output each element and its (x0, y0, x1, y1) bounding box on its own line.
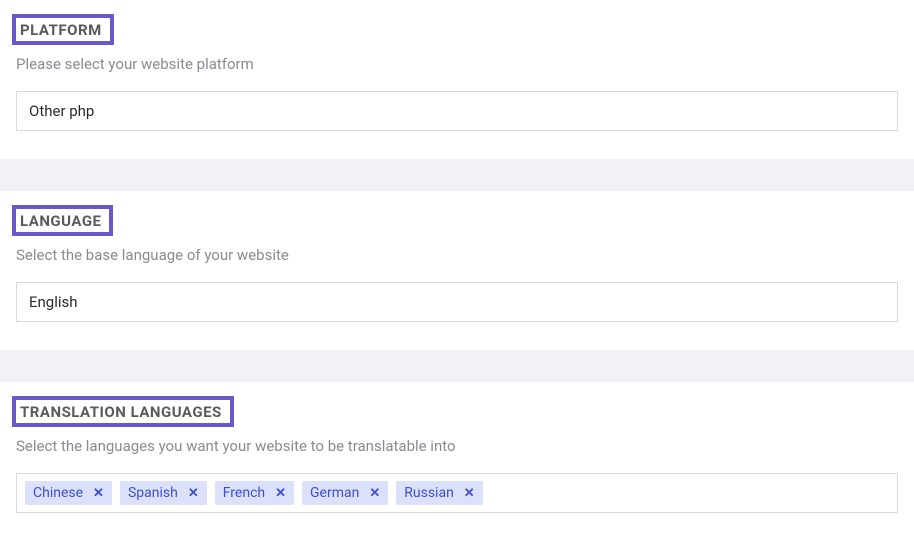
platform-select-value: Other php (29, 102, 94, 120)
platform-title: PLATFORM (20, 21, 102, 39)
language-subtitle: Select the base language of your website (16, 246, 898, 264)
language-tag-label: Spanish (128, 485, 178, 501)
divider (0, 350, 914, 382)
language-tag-label: Russian (404, 485, 454, 501)
translations-title: TRANSLATION LANGUAGES (20, 403, 222, 421)
divider (0, 159, 914, 191)
close-icon[interactable]: ✕ (369, 486, 380, 501)
close-icon[interactable]: ✕ (188, 486, 199, 501)
language-tag: French ✕ (215, 481, 294, 505)
language-tag: Spanish ✕ (120, 481, 207, 505)
platform-title-box: PLATFORM (12, 14, 114, 45)
language-tag: German ✕ (302, 481, 388, 505)
close-icon[interactable]: ✕ (275, 486, 286, 501)
language-select[interactable]: English (16, 282, 898, 322)
language-section: LANGUAGE Select the base language of you… (0, 191, 914, 350)
close-icon[interactable]: ✕ (464, 486, 475, 501)
language-tag: Chinese ✕ (25, 481, 112, 505)
platform-subtitle: Please select your website platform (16, 55, 898, 73)
platform-select[interactable]: Other php (16, 91, 898, 131)
language-select-value: English (29, 293, 78, 311)
language-title-box: LANGUAGE (12, 205, 113, 236)
translations-subtitle: Select the languages you want your websi… (16, 437, 898, 455)
translations-section: TRANSLATION LANGUAGES Select the languag… (0, 382, 914, 541)
platform-section: PLATFORM Please select your website plat… (0, 0, 914, 159)
language-tag-label: Chinese (33, 485, 83, 501)
language-title: LANGUAGE (20, 212, 101, 230)
translations-tag-input[interactable]: Chinese ✕ Spanish ✕ French ✕ German ✕ Russian ✕ (16, 473, 898, 513)
language-tag-label: French (223, 485, 265, 501)
language-tag: Russian ✕ (396, 481, 482, 505)
translations-title-box: TRANSLATION LANGUAGES (12, 396, 234, 427)
close-icon[interactable]: ✕ (93, 486, 104, 501)
language-tag-label: German (310, 485, 359, 501)
